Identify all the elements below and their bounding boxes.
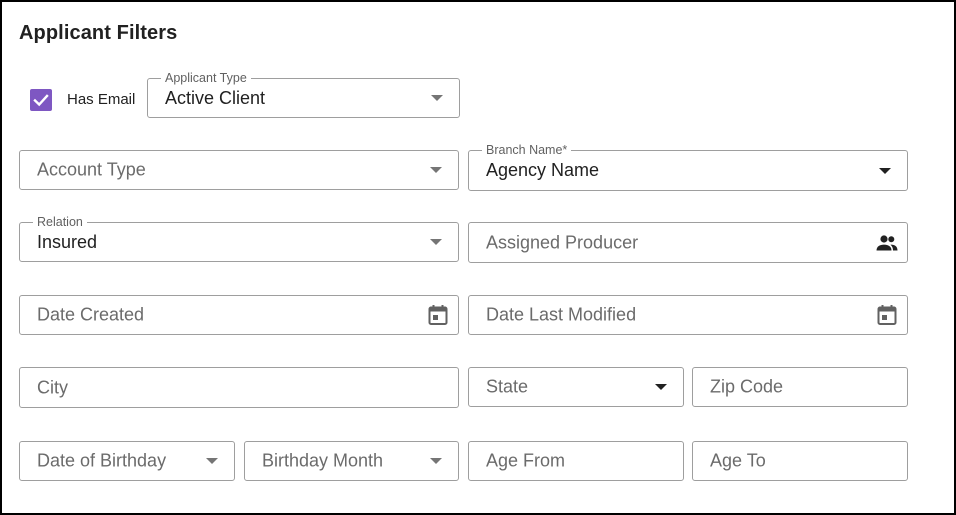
relation-label: Relation <box>33 215 87 229</box>
branch-name-label: Branch Name* <box>482 143 572 157</box>
page-title: Applicant Filters <box>19 22 178 44</box>
assigned-producer-placeholder: Assigned Producer <box>486 232 639 252</box>
applicant-type-label: Applicant Type <box>161 71 251 85</box>
chevron-down-icon <box>430 458 442 464</box>
zip-code-placeholder: Zip Code <box>710 376 784 397</box>
state-placeholder: State <box>486 376 529 397</box>
chevron-down-icon <box>879 167 891 174</box>
branch-name-value: Agency Name <box>486 160 600 180</box>
has-email-label[interactable]: Has Email <box>67 91 135 108</box>
age-from-field[interactable]: Age From <box>468 441 684 481</box>
zip-code-field[interactable]: Zip Code <box>692 367 908 407</box>
calendar-icon[interactable] <box>875 303 899 327</box>
applicant-type-value: Active Client <box>165 88 266 108</box>
chevron-down-icon <box>430 239 442 245</box>
relation-select[interactable]: Relation Insured <box>19 215 459 262</box>
date-of-birthday-select[interactable]: Date of Birthday <box>19 441 235 481</box>
account-type-select[interactable]: Account Type <box>19 150 459 190</box>
assigned-producer-field[interactable]: Assigned Producer <box>468 222 908 263</box>
date-of-birthday-placeholder: Date of Birthday <box>37 450 167 471</box>
city-placeholder: City <box>37 377 68 397</box>
branch-name-select[interactable]: Branch Name* Agency Name <box>468 143 908 191</box>
calendar-icon[interactable] <box>426 303 450 327</box>
applicant-filters-panel: Applicant Filters Has Email Applicant Ty… <box>0 0 956 515</box>
age-from-placeholder: Age From <box>486 450 566 471</box>
chevron-down-icon <box>206 458 218 464</box>
checkmark-icon <box>33 94 49 107</box>
people-icon[interactable] <box>875 231 899 255</box>
state-select[interactable]: State <box>468 367 684 407</box>
chevron-down-icon <box>431 95 443 101</box>
age-to-field[interactable]: Age To <box>692 441 908 481</box>
applicant-type-select[interactable]: Applicant Type Active Client <box>147 71 460 118</box>
relation-value: Insured <box>37 232 98 252</box>
city-field[interactable]: City <box>19 367 459 408</box>
date-last-modified-field[interactable]: Date Last Modified <box>468 295 908 335</box>
has-email-checkbox[interactable] <box>30 89 52 111</box>
age-to-placeholder: Age To <box>710 450 766 471</box>
account-type-placeholder: Account Type <box>37 159 146 180</box>
date-created-field[interactable]: Date Created <box>19 295 459 335</box>
birthday-month-select[interactable]: Birthday Month <box>244 441 459 481</box>
date-last-modified-placeholder: Date Last Modified <box>486 304 637 325</box>
birthday-month-placeholder: Birthday Month <box>262 450 384 471</box>
chevron-down-icon <box>655 384 667 390</box>
chevron-down-icon <box>430 167 442 173</box>
date-created-placeholder: Date Created <box>37 304 145 325</box>
